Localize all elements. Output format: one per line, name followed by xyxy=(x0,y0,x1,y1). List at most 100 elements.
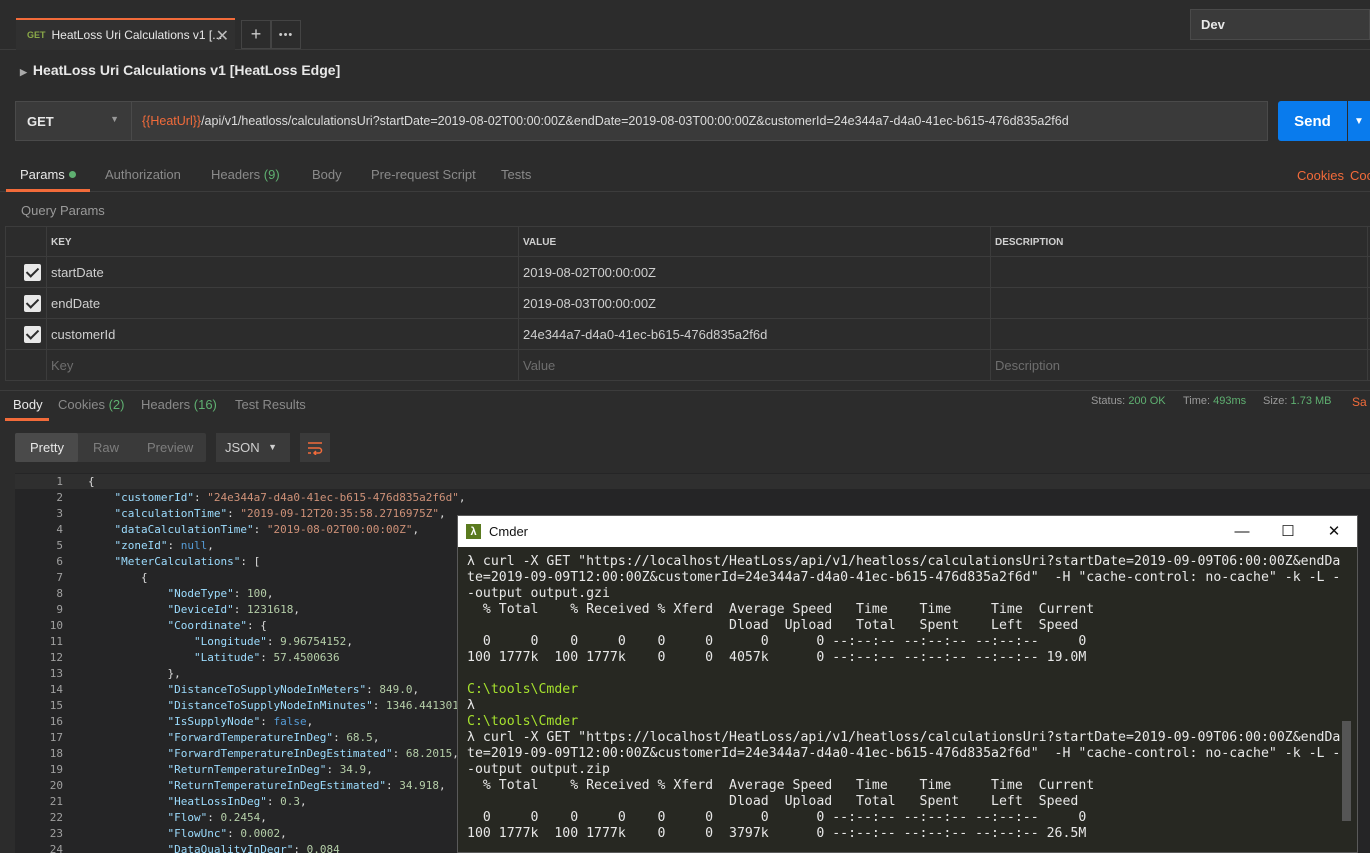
table-row: customerId 24e344a7-d4a0-41ec-b615-476d8… xyxy=(5,319,1370,350)
time-value[interactable]: 493ms xyxy=(1213,395,1246,407)
response-headers-count: (16) xyxy=(193,397,217,412)
row-checkbox[interactable] xyxy=(24,295,41,312)
chevron-down-icon: ▼ xyxy=(268,442,277,452)
new-description-input[interactable]: Description xyxy=(991,350,1368,380)
code-link[interactable]: Coc xyxy=(1350,168,1370,183)
table-row-new: Key Value Description xyxy=(5,350,1370,381)
headers-count: (9) xyxy=(263,167,280,182)
line-number: 21 xyxy=(49,795,63,808)
param-description-cell[interactable] xyxy=(991,257,1368,287)
terminal-line: -output output.zip xyxy=(467,762,610,777)
url-variable: {{HeatUrl}} xyxy=(142,114,202,128)
row-checkbox-cell xyxy=(6,257,47,287)
param-key-cell[interactable]: customerId xyxy=(47,319,519,349)
cmder-window[interactable]: λ Cmder — ☐ ✕ λ curl -X GET "https://loc… xyxy=(457,515,1358,853)
line-number: 8 xyxy=(56,587,63,600)
close-tab-icon[interactable]: ✕ xyxy=(216,26,229,46)
more-tabs-button[interactable]: ••• xyxy=(271,20,301,49)
format-selector[interactable]: JSON ▼ xyxy=(216,433,290,462)
save-response-button[interactable]: Sa xyxy=(1352,395,1367,409)
active-response-tab-indicator xyxy=(5,418,49,421)
code-line: }, xyxy=(88,667,181,680)
param-value-cell[interactable]: 2019-08-02T00:00:00Z xyxy=(519,257,991,287)
wrap-icon[interactable] xyxy=(300,433,330,462)
tab-headers[interactable]: Headers (9) xyxy=(211,167,280,182)
row-checkbox-cell xyxy=(6,288,47,318)
send-button[interactable]: Send xyxy=(1278,101,1347,141)
tab-tests[interactable]: Tests xyxy=(501,167,531,182)
response-view-mode: Pretty Raw Preview xyxy=(15,433,206,462)
param-description-cell[interactable] xyxy=(991,288,1368,318)
terminal-line: 100 1777k 100 1777k 0 0 3797k 0 --:--:--… xyxy=(467,826,1087,841)
new-key-input[interactable]: Key xyxy=(47,350,519,380)
code-line: "customerId": "24e344a7-d4a0-41ec-b615-4… xyxy=(114,491,466,504)
terminal-output[interactable]: λ curl -X GET "https://localhost/HeatLos… xyxy=(467,554,1355,842)
row-checkbox[interactable] xyxy=(24,326,41,343)
tab-body[interactable]: Body xyxy=(312,167,342,182)
param-description-cell[interactable] xyxy=(991,319,1368,349)
new-tab-button[interactable]: + xyxy=(241,20,271,49)
url-path: /api/v1/heatloss/calculationsUri?startDa… xyxy=(201,114,1069,128)
table-row: startDate 2019-08-02T00:00:00Z xyxy=(5,257,1370,288)
header-checkbox-cell xyxy=(6,227,47,256)
url-input[interactable]: {{HeatUrl}}/api/v1/heatloss/calculations… xyxy=(131,101,1268,141)
request-tab[interactable]: GET HeatLoss Uri Calculations v1 [... ✕ xyxy=(16,18,235,50)
code-line: "Longitude": 9.96754152, xyxy=(193,635,353,648)
code-line: "IsSupplyNode": false, xyxy=(167,715,314,728)
pretty-button[interactable]: Pretty xyxy=(30,440,64,455)
terminal-line: λ xyxy=(467,698,475,713)
line-number: 1 xyxy=(56,475,63,488)
new-value-input[interactable]: Value xyxy=(519,350,991,380)
code-line: "DistanceToSupplyNodeInMinutes": 1346.44… xyxy=(167,699,459,712)
code-line: "ReturnTemperatureInDeg": 34.9, xyxy=(167,763,373,776)
code-line: "FlowUnc": 0.0002, xyxy=(167,827,287,840)
size-value[interactable]: 1.73 MB xyxy=(1291,395,1332,407)
tab-pre-request-script[interactable]: Pre-request Script xyxy=(371,167,476,182)
code-line: "Coordinate": { xyxy=(167,619,267,632)
tab-response-headers[interactable]: Headers (16) xyxy=(141,397,217,412)
line-number: 24 xyxy=(49,843,63,853)
terminal-line: λ curl -X GET "https://localhost/HeatLos… xyxy=(467,730,1341,745)
line-number: 10 xyxy=(49,619,63,632)
send-options-chevron-icon[interactable]: ▼ xyxy=(1348,101,1370,141)
tab-response-body[interactable]: Body xyxy=(13,397,43,412)
environment-selector[interactable]: Dev xyxy=(1190,9,1370,40)
row-checkbox-cell xyxy=(6,319,47,349)
param-value-cell[interactable]: 24e344a7-d4a0-41ec-b615-476d835a2f6d xyxy=(519,319,991,349)
terminal-line: C:\tools\Cmder xyxy=(467,682,579,697)
minimize-button[interactable]: — xyxy=(1219,520,1265,542)
terminal-scrollbar[interactable] xyxy=(1342,721,1351,821)
code-line: "HeatLossInDeg": 0.3, xyxy=(167,795,307,808)
raw-button[interactable]: Raw xyxy=(93,440,119,455)
tab-headers-label: Headers xyxy=(211,167,261,182)
tab-test-results[interactable]: Test Results xyxy=(235,397,306,412)
line-number: 16 xyxy=(49,715,63,728)
param-key-cell[interactable]: endDate xyxy=(47,288,519,318)
status-value[interactable]: 200 OK xyxy=(1128,395,1165,407)
tab-response-cookies[interactable]: Cookies (2) xyxy=(58,397,124,412)
tab-params[interactable]: Params xyxy=(20,167,76,182)
terminal-line: % Total % Received % Xferd Average Speed… xyxy=(467,602,1095,617)
tab-authorization[interactable]: Authorization xyxy=(105,167,181,182)
cmder-title-bar[interactable]: λ Cmder — ☐ ✕ xyxy=(458,516,1357,547)
param-value-cell[interactable]: 2019-08-03T00:00:00Z xyxy=(519,288,991,318)
row-checkbox[interactable] xyxy=(24,264,41,281)
line-number: 11 xyxy=(49,635,63,648)
maximize-button[interactable]: ☐ xyxy=(1265,520,1311,542)
line-number: 20 xyxy=(49,779,63,792)
code-line: "ReturnTemperatureInDegEstimated": 34.91… xyxy=(167,779,446,792)
line-number: 4 xyxy=(56,523,63,536)
tab-response-cookies-label: Cookies xyxy=(58,397,105,412)
cookies-link[interactable]: Cookies xyxy=(1297,168,1344,183)
method-label: GET xyxy=(27,114,54,129)
method-selector[interactable]: GET ▼ xyxy=(15,101,132,141)
preview-button[interactable]: Preview xyxy=(147,440,193,455)
code-line: { xyxy=(88,571,148,584)
caret-right-icon[interactable]: ▶ xyxy=(20,67,27,77)
row-checkbox-cell xyxy=(6,350,47,380)
line-number: 5 xyxy=(56,539,63,552)
active-tab-indicator xyxy=(6,189,90,192)
request-name[interactable]: ▶ HeatLoss Uri Calculations v1 [HeatLoss … xyxy=(20,62,340,78)
close-window-button[interactable]: ✕ xyxy=(1311,520,1357,542)
param-key-cell[interactable]: startDate xyxy=(47,257,519,287)
